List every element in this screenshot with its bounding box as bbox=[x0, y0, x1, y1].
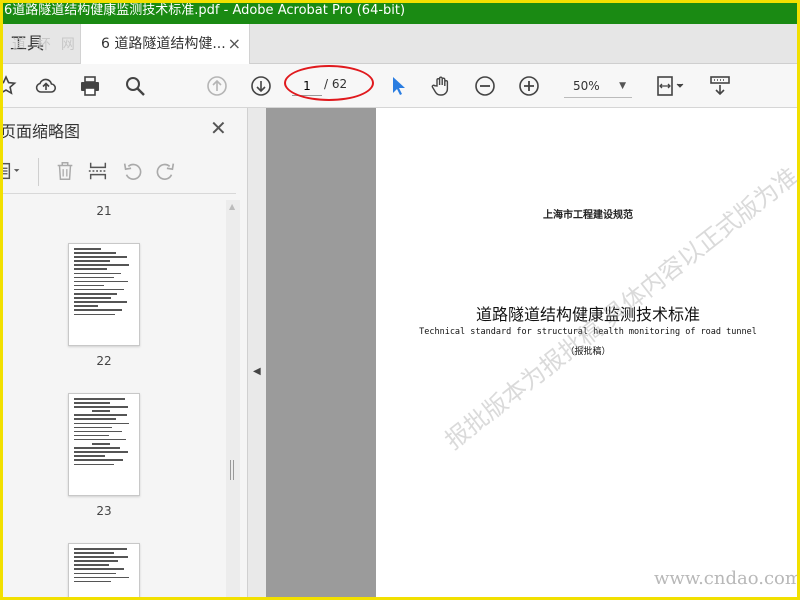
delete-icon[interactable] bbox=[52, 158, 78, 184]
page-number-highlight bbox=[284, 65, 374, 101]
page-number-21: 21 bbox=[96, 204, 112, 218]
main-toolbar: / 62 50% ▼ bbox=[0, 64, 800, 108]
close-tab-icon[interactable]: × bbox=[228, 24, 241, 64]
print-icon[interactable] bbox=[76, 72, 104, 100]
redo-icon[interactable] bbox=[153, 158, 179, 184]
zoom-search-icon[interactable] bbox=[121, 72, 149, 100]
scroll-up-arrow-icon[interactable]: ▲ bbox=[229, 202, 235, 211]
thumbnails-panel-title: 页面缩略图 bbox=[0, 122, 81, 141]
zoom-out-icon[interactable] bbox=[471, 72, 499, 100]
zoom-level-dropdown[interactable]: 50% ▼ bbox=[564, 74, 632, 98]
fit-page-icon[interactable] bbox=[652, 72, 688, 100]
thumbnails-toolbar bbox=[0, 150, 236, 194]
chevron-down-icon: ▼ bbox=[619, 81, 626, 91]
page-options-icon[interactable] bbox=[0, 158, 30, 184]
document-page: 上海市工程建设规范 道路隧道结构健康监测技术标准 Technical stand… bbox=[376, 108, 800, 600]
page-number-22: 22 bbox=[96, 354, 112, 368]
page-thumbnails-panel: 页面缩略图 ✕ ▲ 21 22 23 bbox=[0, 108, 248, 600]
select-cursor-icon[interactable] bbox=[384, 72, 412, 100]
panel-resize-handle[interactable] bbox=[230, 460, 234, 480]
insert-page-icon[interactable] bbox=[85, 158, 111, 184]
page-up-icon[interactable] bbox=[203, 72, 231, 100]
page-down-icon[interactable] bbox=[247, 72, 275, 100]
upload-icon[interactable] bbox=[32, 72, 60, 100]
tab-bar: 工具 道 杯 网 6 道路隧道结构健... × bbox=[0, 24, 800, 65]
close-panel-icon[interactable]: ✕ bbox=[210, 116, 227, 140]
zoom-level-value: 50% bbox=[573, 79, 600, 93]
page-number-23: 23 bbox=[96, 504, 112, 518]
undo-icon[interactable] bbox=[119, 158, 145, 184]
page-thumbnail-24[interactable] bbox=[68, 543, 140, 600]
star-icon[interactable] bbox=[0, 72, 20, 100]
page-thumbnail-22[interactable] bbox=[68, 243, 140, 346]
collapse-panel-handle[interactable]: ◀ bbox=[248, 108, 266, 600]
document-viewer[interactable]: 上海市工程建设规范 道路隧道结构健康监测技术标准 Technical stand… bbox=[266, 108, 800, 600]
collapse-arrow-icon: ◀ bbox=[253, 366, 261, 377]
watermark-logo: 道 杯 网 bbox=[12, 37, 78, 53]
window-title-bar: 6道路隧道结构健康监测技术标准.pdf - Adobe Acrobat Pro … bbox=[0, 0, 800, 24]
toolbar-separator bbox=[38, 158, 39, 186]
hand-tool-icon[interactable] bbox=[427, 72, 455, 100]
scroll-mode-icon[interactable] bbox=[706, 72, 734, 100]
document-tab-label: 6 道路隧道结构健... bbox=[101, 36, 226, 52]
window-title: 6道路隧道结构健康监测技术标准.pdf - Adobe Acrobat Pro … bbox=[4, 3, 406, 18]
thumbnails-scrollbar[interactable]: ▲ bbox=[226, 200, 240, 600]
zoom-in-icon[interactable] bbox=[515, 72, 543, 100]
site-watermark: www.cndao.com bbox=[654, 568, 800, 589]
tab-document[interactable]: 6 道路隧道结构健... × bbox=[80, 24, 250, 65]
page-thumbnail-23[interactable] bbox=[68, 393, 140, 496]
